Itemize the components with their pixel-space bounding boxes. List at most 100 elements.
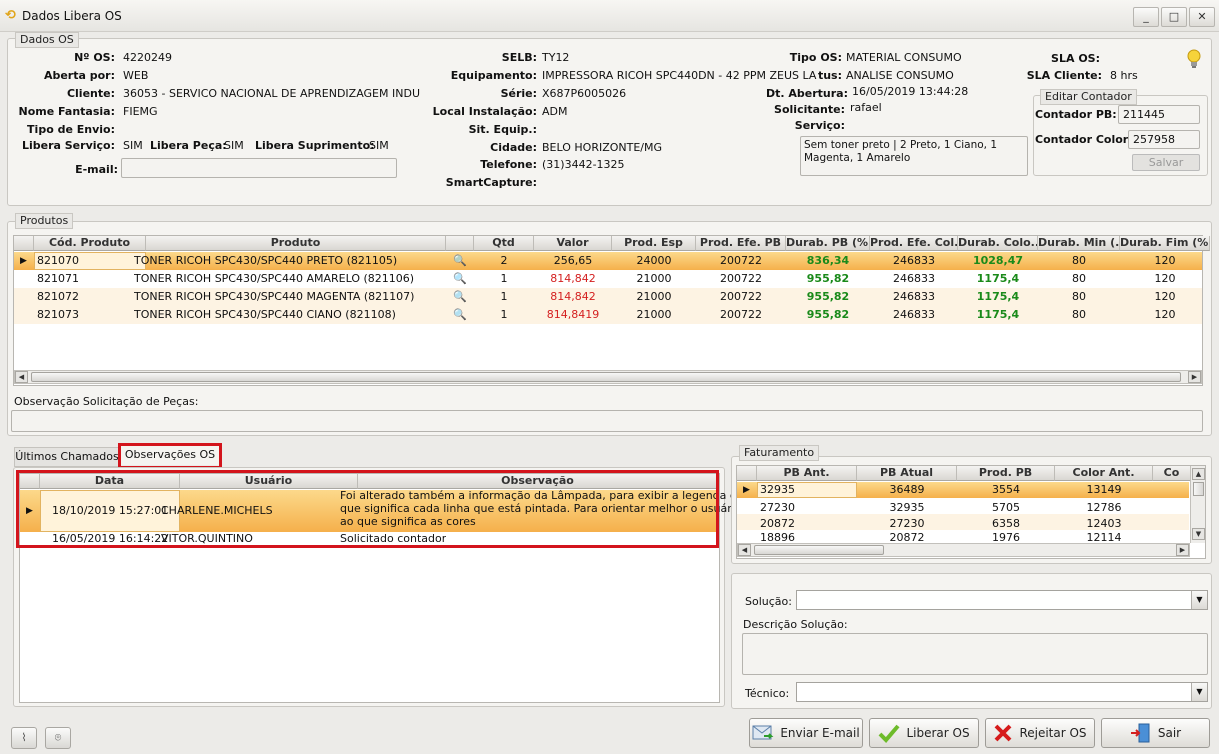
col-produto[interactable]: Produto	[146, 236, 446, 251]
minimize-button[interactable]: _	[1133, 7, 1159, 27]
cell-qtd[interactable]: 2	[474, 252, 534, 270]
servico-textarea[interactable]: Sem toner preto | 2 Preto, 1 Ciano, 1 Ma…	[800, 136, 1028, 176]
contador-color-input[interactable]: 257958	[1128, 130, 1200, 149]
cell-valor[interactable]: 814,842	[534, 288, 612, 306]
search-icon[interactable]: 🔍	[446, 252, 474, 270]
search-icon[interactable]: 🔍	[446, 270, 474, 288]
cell-dur-pb[interactable]: 955,82	[786, 306, 870, 324]
cell-esp[interactable]: 21000	[612, 288, 696, 306]
cell-dur-pb[interactable]: 955,82	[786, 288, 870, 306]
produtos-grid[interactable]: Cód. Produto Produto Qtd Valor Prod. Esp…	[13, 235, 1210, 386]
tecnico-select[interactable]: ▼	[796, 682, 1208, 702]
col-qtd[interactable]: Qtd	[474, 236, 534, 251]
cell-produto[interactable]: TONER RICOH SPC430/SPC440 PRETO (821105)	[134, 252, 434, 270]
col-color-ant[interactable]: Color Ant.	[1055, 466, 1153, 481]
tab-ultimos-chamados[interactable]: Últimos Chamados	[14, 447, 120, 467]
cell-pb-atual[interactable]: 36489	[857, 481, 957, 499]
scroll-left-button[interactable]: ◀	[738, 544, 751, 556]
cell-cod[interactable]: 821071	[37, 270, 79, 288]
cell-cod[interactable]: 821073	[37, 306, 79, 324]
col-cod-produto[interactable]: Cód. Produto	[34, 236, 146, 251]
produtos-hscrollbar[interactable]: ◀ ▶	[14, 370, 1202, 384]
col-durab-fim[interactable]: Durab. Fim (%)	[1120, 236, 1210, 251]
contador-pb-input[interactable]: 211445	[1118, 105, 1200, 124]
cell-produto[interactable]: TONER RICOH SPC430/SPC440 CIANO (821108)	[134, 306, 434, 324]
cell-color-ant[interactable]: 13149	[1055, 481, 1153, 499]
cell-qtd[interactable]: 1	[474, 306, 534, 324]
solucao-select[interactable]: ▼	[796, 590, 1208, 610]
cell-produto[interactable]: TONER RICOH SPC430/SPC440 AMARELO (82110…	[134, 270, 434, 288]
col-durab-pb[interactable]: Durab. PB (%)	[786, 236, 870, 251]
col-lookup[interactable]	[446, 236, 474, 251]
col-valor[interactable]: Valor	[534, 236, 612, 251]
scroll-thumb[interactable]	[754, 545, 884, 555]
faturamento-vscrollbar[interactable]: ▲ ▼	[1190, 466, 1205, 543]
scroll-up-button[interactable]: ▲	[1192, 468, 1205, 480]
location-pin-icon[interactable]: ⌾	[45, 727, 71, 749]
col-prod-efe-pb[interactable]: Prod. Efe. PB	[696, 236, 786, 251]
close-button[interactable]: ✕	[1189, 7, 1215, 27]
attachment-icon[interactable]: ⌇	[11, 727, 37, 749]
sair-button[interactable]: Sair	[1101, 718, 1210, 748]
cell-cod[interactable]: 821072	[37, 288, 79, 306]
cell-efe-col[interactable]: 246833	[870, 270, 958, 288]
col-pb-ant[interactable]: PB Ant.	[757, 466, 857, 481]
cell-efe-pb[interactable]: 200722	[696, 252, 786, 270]
descricao-solucao-textarea[interactable]	[742, 633, 1208, 675]
scroll-thumb[interactable]	[31, 372, 1181, 382]
cell-min[interactable]: 80	[1038, 306, 1120, 324]
cell-min[interactable]: 80	[1038, 288, 1120, 306]
cell-fim[interactable]: 120	[1120, 270, 1210, 288]
cell-esp[interactable]: 21000	[612, 306, 696, 324]
salvar-button[interactable]: Salvar	[1132, 154, 1200, 171]
obs-pecas-input[interactable]	[11, 410, 1203, 432]
col-color-atual[interactable]: Co	[1153, 466, 1191, 481]
rejeitar-os-button[interactable]: Rejeitar OS	[985, 718, 1095, 748]
lamp-icon[interactable]	[1187, 49, 1201, 69]
cell-min[interactable]: 80	[1038, 252, 1120, 270]
cell-esp[interactable]: 21000	[612, 270, 696, 288]
cell-qtd[interactable]: 1	[474, 288, 534, 306]
search-icon[interactable]: 🔍	[446, 288, 474, 306]
cell-dur-col[interactable]: 1175,4	[958, 306, 1038, 324]
cell-fim[interactable]: 120	[1120, 288, 1210, 306]
scroll-left-button[interactable]: ◀	[15, 371, 28, 383]
cell-dur-col[interactable]: 1028,47	[958, 252, 1038, 270]
maximize-button[interactable]: □	[1161, 7, 1187, 27]
cell-pb-ant[interactable]: 18896	[760, 532, 795, 542]
scroll-down-button[interactable]: ▼	[1192, 528, 1205, 540]
scroll-thumb[interactable]	[1193, 482, 1204, 496]
cell-dur-pb[interactable]: 836,34	[786, 252, 870, 270]
cell-pb-ant[interactable]: 32935	[760, 481, 795, 499]
col-durab-color[interactable]: Durab. Colo...	[958, 236, 1038, 251]
cell-efe-col[interactable]: 246833	[870, 288, 958, 306]
col-pb-atual[interactable]: PB Atual	[857, 466, 957, 481]
liberar-os-button[interactable]: Liberar OS	[869, 718, 979, 748]
cell-cod[interactable]: 821070	[37, 252, 79, 270]
scroll-right-button[interactable]: ▶	[1188, 371, 1201, 383]
cell-dur-pb[interactable]: 955,82	[786, 270, 870, 288]
cell-fim[interactable]: 120	[1120, 306, 1210, 324]
col-prod-efe-col[interactable]: Prod. Efe. Col...	[870, 236, 958, 251]
cell-efe-col[interactable]: 246833	[870, 252, 958, 270]
cell-efe-pb[interactable]: 200722	[696, 270, 786, 288]
cell-pb-atual[interactable]: 20872	[857, 532, 957, 542]
chevron-down-icon[interactable]: ▼	[1191, 591, 1207, 609]
cell-efe-pb[interactable]: 200722	[696, 306, 786, 324]
cell-prod-pb[interactable]: 1976	[957, 532, 1055, 542]
faturamento-hscrollbar[interactable]: ◀ ▶	[737, 543, 1190, 557]
cell-dur-col[interactable]: 1175,4	[958, 288, 1038, 306]
cell-efe-pb[interactable]: 200722	[696, 288, 786, 306]
col-durab-min[interactable]: Durab. Min (...	[1038, 236, 1120, 251]
faturamento-grid[interactable]: PB Ant. PB Atual Prod. PB Color Ant. Co …	[736, 465, 1206, 559]
cell-pb-ant[interactable]: 20872	[760, 515, 795, 533]
enviar-email-button[interactable]: Enviar E-mail	[749, 718, 863, 748]
cell-dur-col[interactable]: 1175,4	[958, 270, 1038, 288]
cell-efe-col[interactable]: 246833	[870, 306, 958, 324]
cell-fim[interactable]: 120	[1120, 252, 1210, 270]
cell-color-ant[interactable]: 12403	[1055, 515, 1153, 533]
col-prod-esp[interactable]: Prod. Esp	[612, 236, 696, 251]
cell-esp[interactable]: 24000	[612, 252, 696, 270]
col-prod-pb[interactable]: Prod. PB	[957, 466, 1055, 481]
search-icon[interactable]: 🔍	[446, 306, 474, 324]
